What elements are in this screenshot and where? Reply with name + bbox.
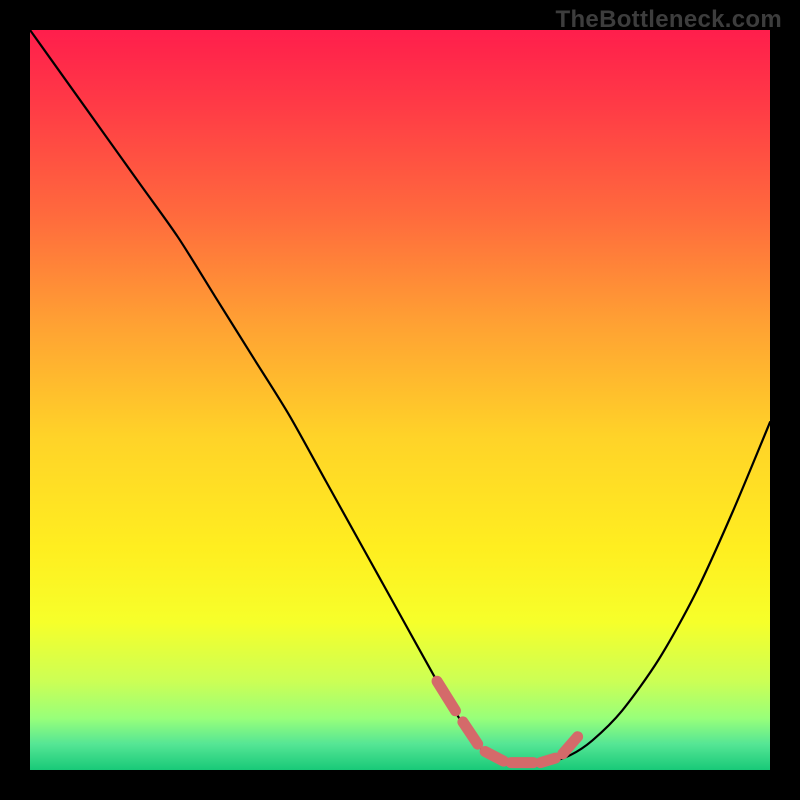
valley-marker-segment	[541, 758, 556, 762]
chart-frame	[30, 30, 770, 770]
bottleneck-chart	[30, 30, 770, 770]
